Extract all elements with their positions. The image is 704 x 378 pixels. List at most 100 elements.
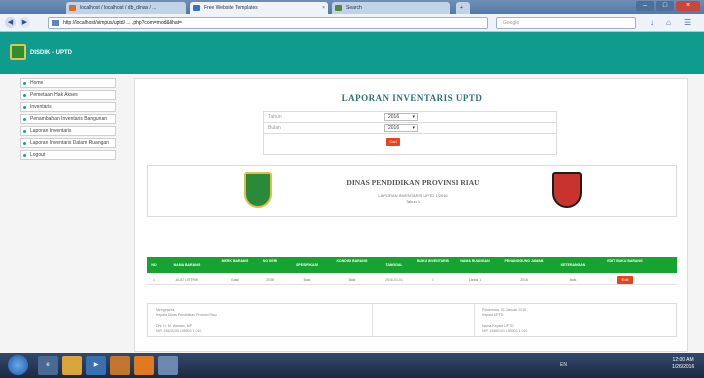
- form-row-year: Tahun 2016 ▾: [264, 112, 556, 123]
- clock[interactable]: 12:00 AM 1/26/2016: [672, 357, 694, 371]
- sidebar-item-label: Laporan Inventaris: [30, 128, 72, 134]
- col-header: TANGGAL: [385, 263, 403, 267]
- table-cell: Baik: [569, 278, 577, 282]
- site-brand: DISDIK - UPTD: [30, 50, 72, 56]
- signature-right: Pekanbaru, 01 Januari 2016 Kepala UPTD N…: [482, 308, 527, 334]
- clock-time: 12:00 AM: [672, 357, 694, 363]
- system-tray[interactable]: EN: [560, 362, 567, 368]
- form-row-month: Bulan 2016 ▾: [264, 123, 556, 134]
- sidebar-item-access-mapping[interactable]: Pemetaan Hak Akses: [20, 90, 116, 100]
- sidebar-item-room-inventory-report[interactable]: Laporan Inventaris Dalam Ruangan: [20, 138, 116, 148]
- sidebar-item-inventory[interactable]: Inventaris: [20, 102, 116, 112]
- browser-tab-3[interactable]: Search: [332, 2, 450, 14]
- address-bar[interactable]: http://localhost/simpus/uptd/ ... .php?c…: [48, 17, 488, 29]
- settings-icon[interactable]: ☰: [684, 18, 691, 27]
- month-value: 2016: [388, 125, 400, 131]
- signature-left: Mengetahui, Kepala Dinas Pendidikan Prov…: [156, 308, 217, 334]
- browser-tab-2[interactable]: Free Website Templates ×: [190, 2, 328, 14]
- back-arrow-icon[interactable]: ◀: [5, 17, 16, 28]
- sidebar-item-label: Penambahan Inventaris Bangunan: [30, 116, 108, 122]
- new-tab-button[interactable]: +: [456, 2, 470, 14]
- tab-label: Search: [346, 5, 362, 11]
- agency-name: DINAS PENDIDIKAN PROVINSI RIAU: [346, 178, 480, 187]
- ie-icon[interactable]: e: [38, 356, 58, 375]
- page-title: LAPORAN INVENTARIS UPTD: [341, 93, 483, 103]
- tab-favicon-icon: [193, 5, 200, 11]
- minimize-button[interactable]: –: [636, 1, 654, 11]
- firefox-icon[interactable]: [134, 356, 154, 375]
- sidebar-item-logout[interactable]: Logout: [20, 150, 116, 160]
- browser-search-input[interactable]: Google: [496, 17, 636, 29]
- app-icon[interactable]: [110, 356, 130, 375]
- bullet-icon: [23, 118, 26, 121]
- table-cell: 1: [432, 278, 434, 282]
- year-value: 2016: [388, 114, 400, 120]
- close-tab-icon[interactable]: ×: [322, 2, 325, 14]
- col-header: BUKU INVENTARIS: [416, 259, 450, 263]
- start-button[interactable]: [8, 355, 28, 375]
- report-panel: LAPORAN INVENTARIS UPTD Tahun 2016 ▾ Bula…: [134, 78, 688, 377]
- col-header: NAMA BARANG: [173, 263, 201, 267]
- bullet-icon: [23, 82, 26, 85]
- bullet-icon: [23, 130, 26, 133]
- os-taskbar: e ▶ EN 12:00 AM 1/26/2016: [0, 353, 704, 378]
- agency-subtitle-2: Tahun 1: [405, 199, 421, 204]
- bullet-icon: [23, 106, 26, 109]
- table-cell: Lantai 1: [468, 278, 482, 282]
- sidebar-menu: Home Pemetaan Hak Akses Inventaris Penam…: [20, 78, 116, 162]
- sidebar-item-label: Home: [30, 80, 44, 86]
- media-player-icon[interactable]: ▶: [86, 356, 106, 375]
- bullet-icon: [23, 94, 26, 97]
- sidebar-item-home[interactable]: Home: [20, 78, 116, 88]
- sig-line: NIP. 19650101 199003 1 010: [482, 329, 528, 333]
- divider: [372, 304, 373, 336]
- col-header: NAMA RUANGAN: [460, 259, 490, 263]
- sig-line: Kepala UPTD: [482, 313, 504, 317]
- browser-tab-1[interactable]: localhost / localhost / db_dinas / ...: [66, 2, 186, 14]
- tab-label: localhost / localhost / db_dinas / ...: [80, 5, 157, 11]
- table-cell: Gasil: [231, 278, 239, 282]
- table-cell: 2008: [266, 278, 274, 282]
- home-icon[interactable]: ⌂: [666, 18, 671, 27]
- month-label: Bulan: [268, 125, 281, 131]
- col-header: MERK BARANG: [221, 259, 249, 263]
- col-header: NO: [151, 263, 157, 267]
- chevron-down-icon: ▾: [412, 125, 415, 131]
- close-window-button[interactable]: ×: [676, 1, 700, 11]
- edit-row-button[interactable]: Edit: [617, 276, 633, 284]
- agency-header: DINAS PENDIDIKAN PROVINSI RIAU LAPORAN I…: [147, 165, 677, 217]
- month-select[interactable]: 2016 ▾: [384, 124, 418, 132]
- bullet-icon: [23, 142, 26, 145]
- table-cell: 2016: [520, 278, 528, 282]
- forward-arrow-icon[interactable]: ▶: [19, 17, 30, 28]
- tab-label: Free Website Templates: [204, 5, 258, 11]
- sidebar-item-inventory-report[interactable]: Laporan Inventaris: [20, 126, 116, 136]
- tab-favicon-icon: [69, 5, 76, 11]
- maximize-button[interactable]: □: [656, 1, 674, 11]
- sidebar-item-label: Inventaris: [30, 104, 52, 110]
- year-select[interactable]: 2016 ▾: [384, 113, 418, 121]
- site-header: DISDIK - UPTD: [0, 32, 704, 74]
- search-submit-button[interactable]: Cari: [386, 138, 400, 146]
- col-header: PENANGGUNG JAWAB: [504, 259, 544, 263]
- table-header: NO NAMA BARANG MERK BARANG NO SERI SPESI…: [147, 257, 677, 273]
- sidebar-item-add-building-inventory[interactable]: Penambahan Inventaris Bangunan: [20, 114, 116, 124]
- col-header: EDIT BUKU BARANG: [607, 259, 643, 263]
- regency-emblem-icon: [552, 172, 582, 208]
- chevron-down-icon: ▾: [412, 114, 415, 120]
- table-cell: 1: [153, 278, 155, 282]
- paint-icon[interactable]: [158, 356, 178, 375]
- sidebar-item-label: Pemetaan Hak Akses: [30, 92, 78, 98]
- web-page: DISDIK - UPTD Home Pemetaan Hak Akses In…: [0, 32, 704, 377]
- table-cell: Baik: [348, 278, 356, 282]
- year-label: Tahun: [268, 114, 282, 120]
- download-icon[interactable]: ↓: [650, 18, 654, 27]
- folder-icon[interactable]: [62, 356, 82, 375]
- tab-favicon-icon: [335, 5, 342, 11]
- signature-block: Mengetahui, Kepala Dinas Pendidikan Prov…: [147, 303, 677, 337]
- col-header: SPESIFIKASI: [296, 263, 318, 267]
- table-row: 1 ALAT LISTRIK Gasil 2008 Baik Baik 2016…: [147, 275, 677, 285]
- filter-form: Tahun 2016 ▾ Bulan 2016 ▾ Cari: [263, 111, 557, 155]
- site-logo: [10, 44, 26, 60]
- col-header: NO SERI: [262, 259, 278, 263]
